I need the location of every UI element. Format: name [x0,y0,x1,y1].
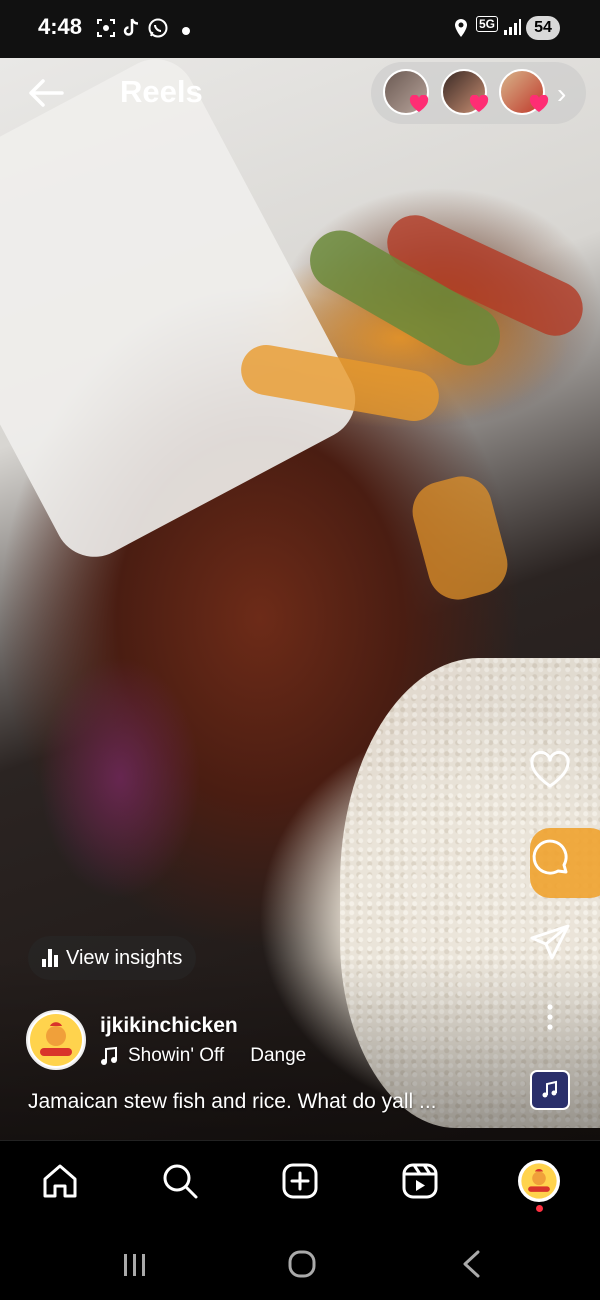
location-icon [452,17,470,44]
screenshot-icon [95,17,117,44]
status-time: 4:48 [38,14,83,39]
nav-home[interactable] [38,1159,82,1203]
signal-icon [502,17,522,42]
audio-track: Showin' Off [128,1045,225,1066]
chevron-right-icon[interactable]: › [557,78,566,110]
notification-dot [536,1205,543,1212]
profile-icon [518,1160,560,1202]
insights-label: View insights [66,946,183,969]
comment-button[interactable] [526,834,574,882]
audio-artist: Dange [250,1045,307,1066]
author-avatar[interactable] [26,1010,86,1070]
share-icon [530,924,570,960]
network-label: 5G [476,16,499,32]
page-title: Reels [120,74,203,109]
food-detail [405,469,515,607]
notification-dot-icon [181,20,191,41]
nav-create[interactable] [278,1159,322,1203]
more-icon [547,1004,553,1030]
tiktok-icon [121,17,141,44]
audio-icon [542,1080,557,1098]
home-icon [43,1164,77,1198]
reels-icon [402,1163,438,1199]
home-button-icon [288,1250,316,1278]
insights-icon [42,949,58,967]
status-bar: 4:48 5G 54 [0,0,600,58]
like-button[interactable] [526,746,574,794]
music-note-icon [101,1046,117,1065]
chicken-logo-icon [30,1014,82,1066]
comment-icon [532,839,568,875]
create-icon [282,1163,318,1199]
view-insights-button[interactable]: View insights [28,936,197,980]
recents-button[interactable] [118,1250,150,1285]
battery-indicator: 54 [526,16,560,40]
bottom-nav [0,1140,600,1231]
share-button[interactable] [526,918,574,966]
system-back-button[interactable] [456,1248,488,1285]
home-button[interactable] [286,1248,318,1285]
whatsapp-icon [147,17,169,44]
plate-image-area [0,58,370,571]
audio-info[interactable]: Showin' Off Dange [100,1045,306,1067]
search-icon [163,1164,198,1199]
heart-icon [530,750,570,788]
more-button[interactable] [526,996,574,1044]
back-arrow-icon [29,79,64,107]
heart-badge-icon [409,95,429,112]
back-button-icon [463,1250,480,1278]
author-username[interactable]: ijkikinchicken [100,1014,238,1038]
nav-profile[interactable] [517,1159,561,1203]
heart-badge-icon [529,95,549,112]
nav-reels[interactable] [398,1159,442,1203]
back-button[interactable] [26,76,66,110]
nav-search[interactable] [158,1159,202,1203]
reel-caption[interactable]: Jamaican stew fish and rice. What do yal… [28,1090,508,1114]
recents-icon [124,1254,145,1276]
stories-tray[interactable]: › [371,62,586,124]
heart-badge-icon [469,95,489,112]
system-nav-bar [0,1230,600,1300]
audio-thumbnail[interactable] [530,1070,570,1110]
